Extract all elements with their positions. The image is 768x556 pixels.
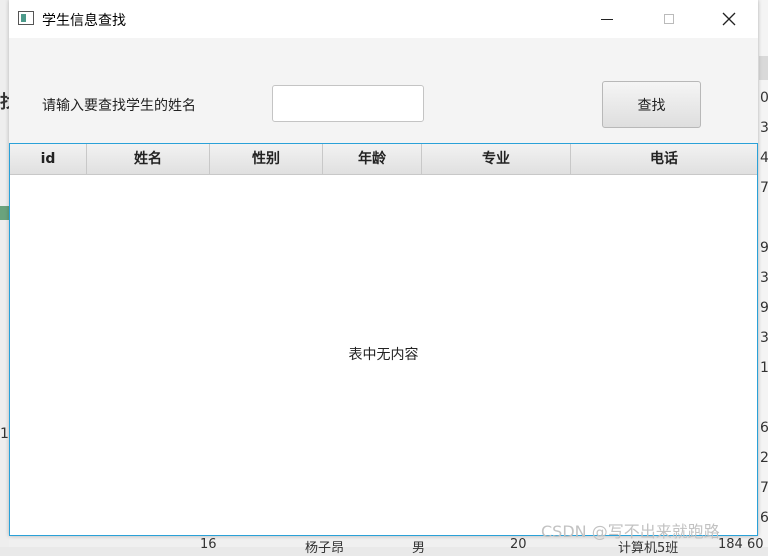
column-header-age[interactable]: 年龄: [323, 144, 422, 174]
background-left-bar: [0, 206, 9, 220]
table-header: id 姓名 性别 年龄 专业 电话: [10, 144, 757, 175]
background-left-char: 找: [0, 88, 9, 114]
background-right-char: 2: [760, 450, 768, 466]
background-cell: 20: [510, 537, 527, 552]
student-search-window: 学生信息查找 请输入要查找学生的姓名 查找 id 姓名 性别 年龄 专业 电话 …: [9, 0, 758, 536]
search-button[interactable]: 查找: [602, 81, 701, 128]
app-icon: [18, 11, 34, 25]
background-right-char: 6: [760, 510, 768, 526]
empty-table-placeholder: 表中无内容: [348, 347, 419, 363]
background-right-char: 9: [760, 300, 768, 316]
background-right-char: 7: [760, 480, 768, 496]
column-header-gender[interactable]: 性别: [210, 144, 323, 174]
background-right-char: 6: [760, 420, 768, 436]
background-right-strip: 0 3 4 7 9 3 9 3 1 6 2 7 6: [759, 0, 768, 547]
minimize-button[interactable]: [584, 0, 630, 38]
close-icon: [722, 12, 736, 26]
window-title: 学生信息查找: [42, 13, 126, 29]
name-search-input[interactable]: [272, 85, 424, 122]
background-right-char: 7: [760, 180, 768, 196]
column-header-name[interactable]: 姓名: [87, 144, 210, 174]
background-right-char: 4: [760, 150, 768, 166]
background-cell: 16: [200, 537, 217, 552]
background-cell: 184 60: [718, 537, 764, 552]
column-header-major[interactable]: 专业: [422, 144, 571, 174]
title-bar[interactable]: 学生信息查找: [9, 0, 758, 38]
column-header-id[interactable]: id: [10, 144, 87, 174]
background-right-char: 9: [760, 240, 768, 256]
background-right-char: 3: [760, 120, 768, 136]
student-table[interactable]: id 姓名 性别 年龄 专业 电话 表中无内容: [9, 143, 758, 536]
background-right-char: 0: [760, 90, 768, 106]
close-button[interactable]: [706, 0, 752, 38]
background-left-strip: 找 1: [0, 0, 9, 547]
background-left-char: 1: [0, 426, 9, 442]
maximize-icon: [664, 14, 674, 24]
search-prompt-label: 请输入要查找学生的姓名: [42, 98, 196, 114]
background-right-char: 3: [760, 270, 768, 286]
background-right-char: 3: [760, 330, 768, 346]
watermark: CSDN @写不出来就跑路: [541, 522, 720, 541]
background-right-char: 1: [760, 360, 768, 376]
maximize-button[interactable]: [646, 0, 692, 38]
background-right-header: [759, 56, 768, 80]
minimize-icon: [601, 18, 613, 20]
column-header-phone[interactable]: 电话: [571, 144, 757, 174]
